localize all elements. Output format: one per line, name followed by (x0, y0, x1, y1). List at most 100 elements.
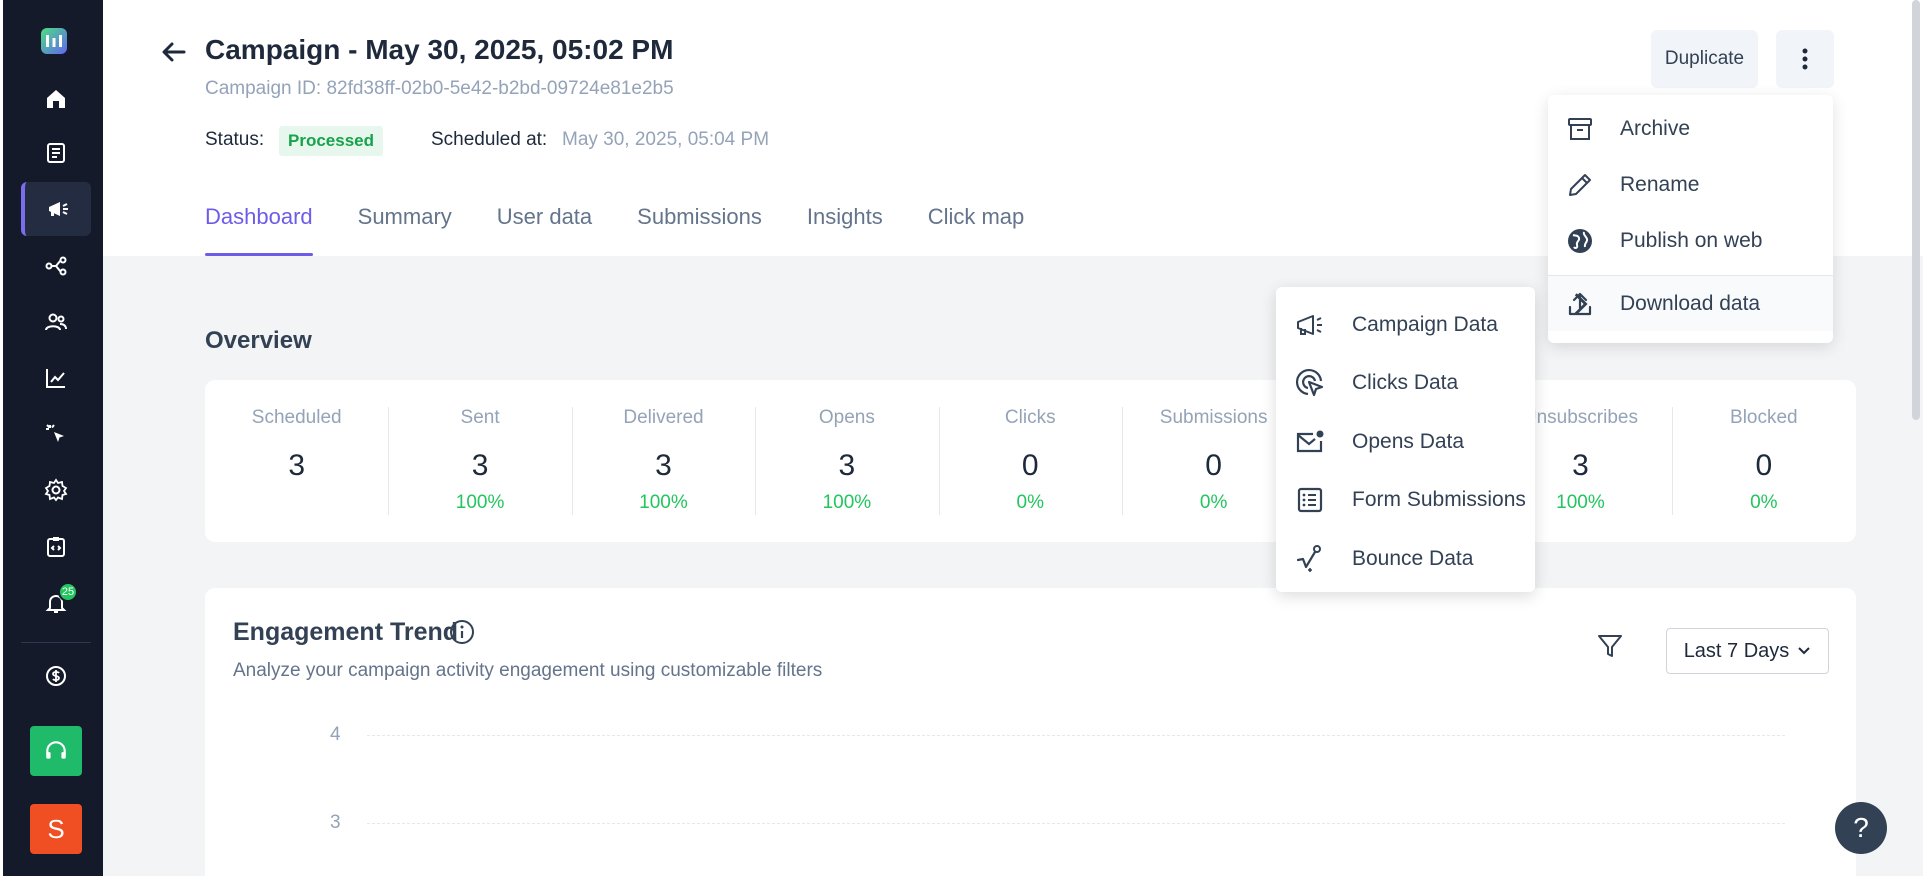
download-data-submenu: Campaign Data Clicks Data Opens Data For… (1276, 287, 1535, 592)
scheduled-value: May 30, 2025, 05:04 PM (562, 129, 770, 150)
y-tick-label: 4 (330, 724, 341, 745)
sidebar-item-documents[interactable] (21, 126, 91, 180)
stat-label: Opens (818, 407, 875, 428)
users-icon (45, 313, 67, 331)
sidebar-item-analytics[interactable] (21, 351, 91, 405)
sidebar-item-workflows[interactable] (21, 239, 91, 293)
notification-count-badge: 25 (58, 582, 78, 602)
submenu-item-label: Clicks Data (1352, 371, 1459, 394)
menu-item-download-data[interactable]: Download data (1548, 275, 1833, 331)
mail-notification-icon (1296, 430, 1324, 453)
stat-delivered: Delivered 3 100% (571, 407, 755, 515)
dollar-circle-icon (46, 666, 66, 686)
submenu-item-bounce-data[interactable]: Bounce Data (1276, 530, 1535, 588)
sidebar-item-settings[interactable] (21, 463, 91, 517)
stat-value: 3 (838, 449, 856, 482)
sidebar-divider (21, 642, 91, 643)
cursor-click-icon (46, 424, 64, 442)
support-button[interactable] (30, 726, 82, 776)
page-title: Campaign - May 30, 2025, 05:02 PM (205, 34, 674, 65)
submenu-item-campaign-data[interactable]: Campaign Data (1276, 296, 1535, 354)
duplicate-button[interactable]: Duplicate (1651, 30, 1758, 88)
code-clipboard-icon (47, 537, 65, 557)
stat-value: 0 (1021, 449, 1039, 482)
tab-submissions[interactable]: Submissions (637, 204, 762, 256)
menu-item-label: Archive (1620, 117, 1691, 140)
target-click-icon (1295, 368, 1324, 397)
megaphone-icon (49, 202, 68, 216)
stat-value: 3 (655, 449, 672, 482)
date-range-select[interactable]: Last 7 Days (1666, 628, 1829, 674)
stat-label: Clicks (1004, 407, 1056, 428)
engagement-trend-card: Engagement Trend Analyze your campaign a… (205, 588, 1856, 876)
list-form-icon (1297, 487, 1323, 513)
document-icon (47, 143, 65, 163)
menu-item-label: Publish on web (1620, 229, 1763, 252)
share-nodes-icon (45, 256, 67, 276)
stat-label: Sent (460, 407, 500, 428)
submenu-item-label: Opens Data (1352, 430, 1465, 453)
sidebar-item-campaigns[interactable] (21, 182, 91, 236)
sidebar-item-notifications[interactable] (21, 576, 91, 630)
stat-value: 0 (1755, 449, 1773, 482)
menu-item-archive[interactable]: Archive (1548, 101, 1833, 157)
status-label: Status: (205, 129, 265, 150)
app-logo[interactable] (41, 28, 67, 54)
menu-item-rename[interactable]: Rename (1548, 157, 1833, 213)
user-avatar[interactable]: S (30, 804, 82, 854)
stat-label: Delivered (623, 407, 704, 428)
grid-line (367, 823, 1785, 824)
status-badge: Processed (279, 126, 383, 156)
help-button[interactable]: ? (1835, 802, 1887, 854)
tab-click-map[interactable]: Click map (928, 204, 1025, 256)
chart-line-icon (46, 369, 65, 388)
menu-item-label: Download data (1620, 291, 1761, 315)
scheduled-label: Scheduled at: (431, 129, 548, 150)
submenu-item-clicks-data[interactable]: Clicks Data (1276, 354, 1535, 412)
menu-item-label: Rename (1620, 173, 1700, 196)
stat-clicks: Clicks 0 0% (938, 407, 1122, 515)
submenu-item-form-submissions[interactable]: Form Submissions (1276, 471, 1535, 529)
kebab-menu-icon (1802, 48, 1808, 70)
sidebar-item-click-tracking[interactable] (21, 407, 91, 461)
submenu-item-label: Campaign Data (1352, 313, 1498, 336)
sidebar-item-billing[interactable] (21, 649, 91, 703)
campaign-id: Campaign ID: 82fd38ff-02b0-5e42-b2bd-097… (205, 78, 674, 99)
archive-icon (1568, 118, 1592, 140)
stat-sent: Sent 3 100% (388, 407, 571, 515)
stat-percent: 0% (1016, 492, 1044, 513)
menu-item-publish-on-web[interactable]: Publish on web (1548, 213, 1833, 269)
stat-blocked: Blocked 0 0% (1672, 407, 1855, 515)
overview-title: Overview (205, 327, 312, 354)
chevron-down-icon (1798, 647, 1811, 655)
trend-title: Engagement Trend (233, 618, 459, 646)
filter-icon[interactable] (1595, 631, 1625, 661)
date-range-value: Last 7 Days (1683, 639, 1790, 662)
submenu-item-label: Form Submissions (1352, 488, 1526, 511)
overview-card: Scheduled 3 Sent 3 100% Delivered 3 100% Open… (205, 380, 1856, 542)
globe-icon (1568, 229, 1592, 253)
info-icon[interactable] (448, 618, 476, 646)
back-arrow-icon[interactable] (158, 36, 190, 68)
sidebar: 25 S (0, 0, 103, 876)
y-tick-label: 3 (330, 812, 341, 833)
trend-subtitle: Analyze your campaign activity engagemen… (233, 660, 823, 681)
gear-icon (44, 478, 68, 502)
more-options-button[interactable] (1776, 30, 1834, 88)
stat-scheduled: Scheduled 3 (205, 407, 388, 515)
submenu-item-opens-data[interactable]: Opens Data (1276, 413, 1535, 471)
tab-bar: Dashboard Summary User data Submissions … (205, 204, 1024, 256)
submenu-item-label: Bounce Data (1352, 547, 1474, 570)
tab-user-data[interactable]: User data (497, 204, 592, 256)
pencil-icon (1569, 174, 1591, 196)
page-scrollbar[interactable] (1912, 0, 1920, 420)
megaphone-icon (1297, 315, 1322, 335)
sidebar-item-contacts[interactable] (21, 295, 91, 349)
tab-insights[interactable]: Insights (807, 204, 883, 256)
tab-dashboard[interactable]: Dashboard (205, 204, 313, 256)
home-icon (47, 90, 65, 108)
tab-summary[interactable]: Summary (358, 204, 452, 256)
sidebar-item-developer[interactable] (21, 520, 91, 574)
stat-percent: 100% (639, 492, 688, 513)
sidebar-item-home[interactable] (21, 72, 91, 126)
